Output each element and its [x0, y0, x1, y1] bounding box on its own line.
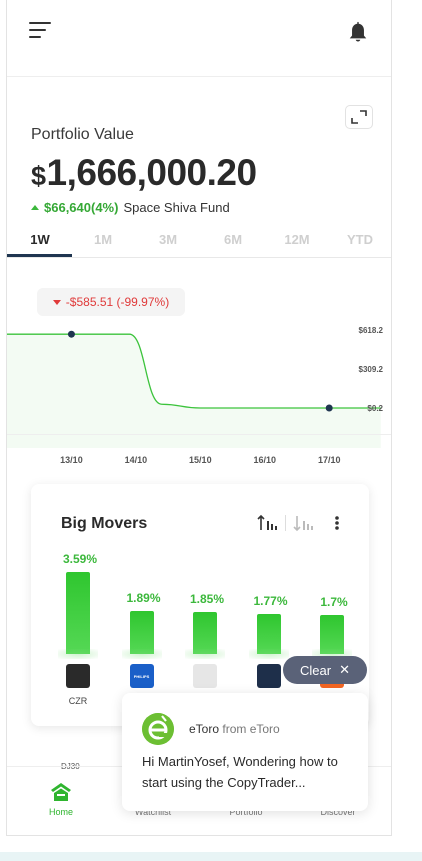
sort-up-icon[interactable] [257, 514, 279, 532]
bottom-strip [0, 852, 422, 861]
app-frame: Portfolio Value $1,666,000.20 $66,640(4%… [6, 0, 392, 836]
mover-bar-shadow [58, 649, 98, 659]
sort-controls [251, 514, 351, 534]
chat-notification[interactable]: eToro from eToro Hi MartinYosef, Wonderi… [122, 693, 368, 811]
currency-symbol: $ [31, 161, 46, 191]
clear-button[interactable]: Clear ✕ [283, 656, 367, 684]
etoro-logo-icon [142, 713, 174, 745]
chat-message: Hi MartinYosef, Wondering how to start u… [142, 754, 338, 790]
up-arrow-icon [31, 205, 39, 210]
bell-icon[interactable] [347, 20, 369, 44]
x-tick-label: 13/10 [60, 455, 83, 465]
portfolio-amount: 1,666,000.20 [46, 152, 258, 193]
mover-bar [66, 572, 90, 654]
hamburger-icon[interactable] [29, 22, 51, 40]
fund-name: Space Shiva Fund [123, 200, 230, 215]
portfolio-value: $1,666,000.20 [31, 152, 257, 194]
chart-marker[interactable] [67, 330, 75, 338]
chat-sender: eToro from eToro [189, 722, 280, 736]
mover-logo [256, 664, 281, 688]
y-tick-label: $309.2 [359, 365, 384, 374]
x-tick-label: 15/10 [189, 455, 212, 465]
x-tick-label: 17/10 [318, 455, 341, 465]
mover-bar-shadow [248, 649, 289, 659]
mover-logo: PHILIPS [129, 664, 154, 688]
big-movers-card: Big Movers 3.59%CZR1.89%PHILIPSP1.85%1.7… [31, 484, 369, 726]
mover-bar [193, 612, 217, 654]
mover-logo [66, 664, 90, 688]
header-divider [7, 76, 391, 77]
mover-bar-shadow [185, 649, 225, 659]
chat-from-text: from eToro [222, 722, 280, 736]
x-tick-label: 14/10 [125, 455, 148, 465]
mover-bar [256, 614, 281, 654]
chart-divider [7, 434, 391, 435]
chat-sender-name: eToro [189, 722, 220, 736]
mover-percent: 3.59% [62, 552, 98, 566]
mover-bar-shadow [121, 649, 162, 659]
gain-value: $66,640(4%) [44, 200, 119, 215]
mover-ticker: CZR [68, 696, 88, 706]
big-movers-title: Big Movers [61, 515, 148, 532]
tab-1w[interactable]: 1W [29, 232, 51, 247]
portfolio-chart: $618.2 $309.2 $0.2 13/10 14/10 15/10 16/10 17/1… [7, 326, 384, 465]
tab-3m[interactable]: 3M [156, 232, 180, 247]
tab-ytd[interactable]: YTD [345, 232, 375, 247]
time-range-tabs: 1W 1M 3M 6M 12M YTD [7, 232, 391, 258]
chart-marker[interactable] [325, 404, 333, 412]
tab-1m[interactable]: 1M [91, 232, 115, 247]
mover-percent: 1.7% [320, 595, 348, 609]
mover-percent: 1.85% [189, 592, 225, 606]
portfolio-label: Portfolio Value [31, 126, 134, 143]
x-tick-label: 16/10 [253, 455, 276, 465]
y-tick-label: $0.2 [367, 404, 383, 413]
close-icon: ✕ [339, 662, 350, 677]
portfolio-change: $66,640(4%) Space Shiva Fund [31, 200, 230, 215]
sort-down-icon[interactable] [293, 514, 315, 532]
mover-bar [129, 611, 154, 654]
chart-area [7, 334, 381, 448]
mover-percent: 1.89% [126, 591, 161, 605]
tab-6m[interactable]: 6M [221, 232, 245, 247]
mover-percent: 1.77% [253, 594, 288, 608]
mover-logo [193, 664, 217, 688]
expand-icon [351, 110, 367, 124]
nav-home-label: Home [48, 807, 73, 817]
sort-separator [285, 515, 286, 531]
home-icon [51, 783, 71, 801]
tabs-divider [7, 257, 391, 258]
y-tick-label: $618.2 [359, 326, 384, 335]
expand-button[interactable] [345, 105, 373, 129]
tab-12m[interactable]: 12M [282, 232, 312, 247]
more-options-icon[interactable] [333, 514, 341, 532]
clear-label: Clear [300, 662, 332, 678]
